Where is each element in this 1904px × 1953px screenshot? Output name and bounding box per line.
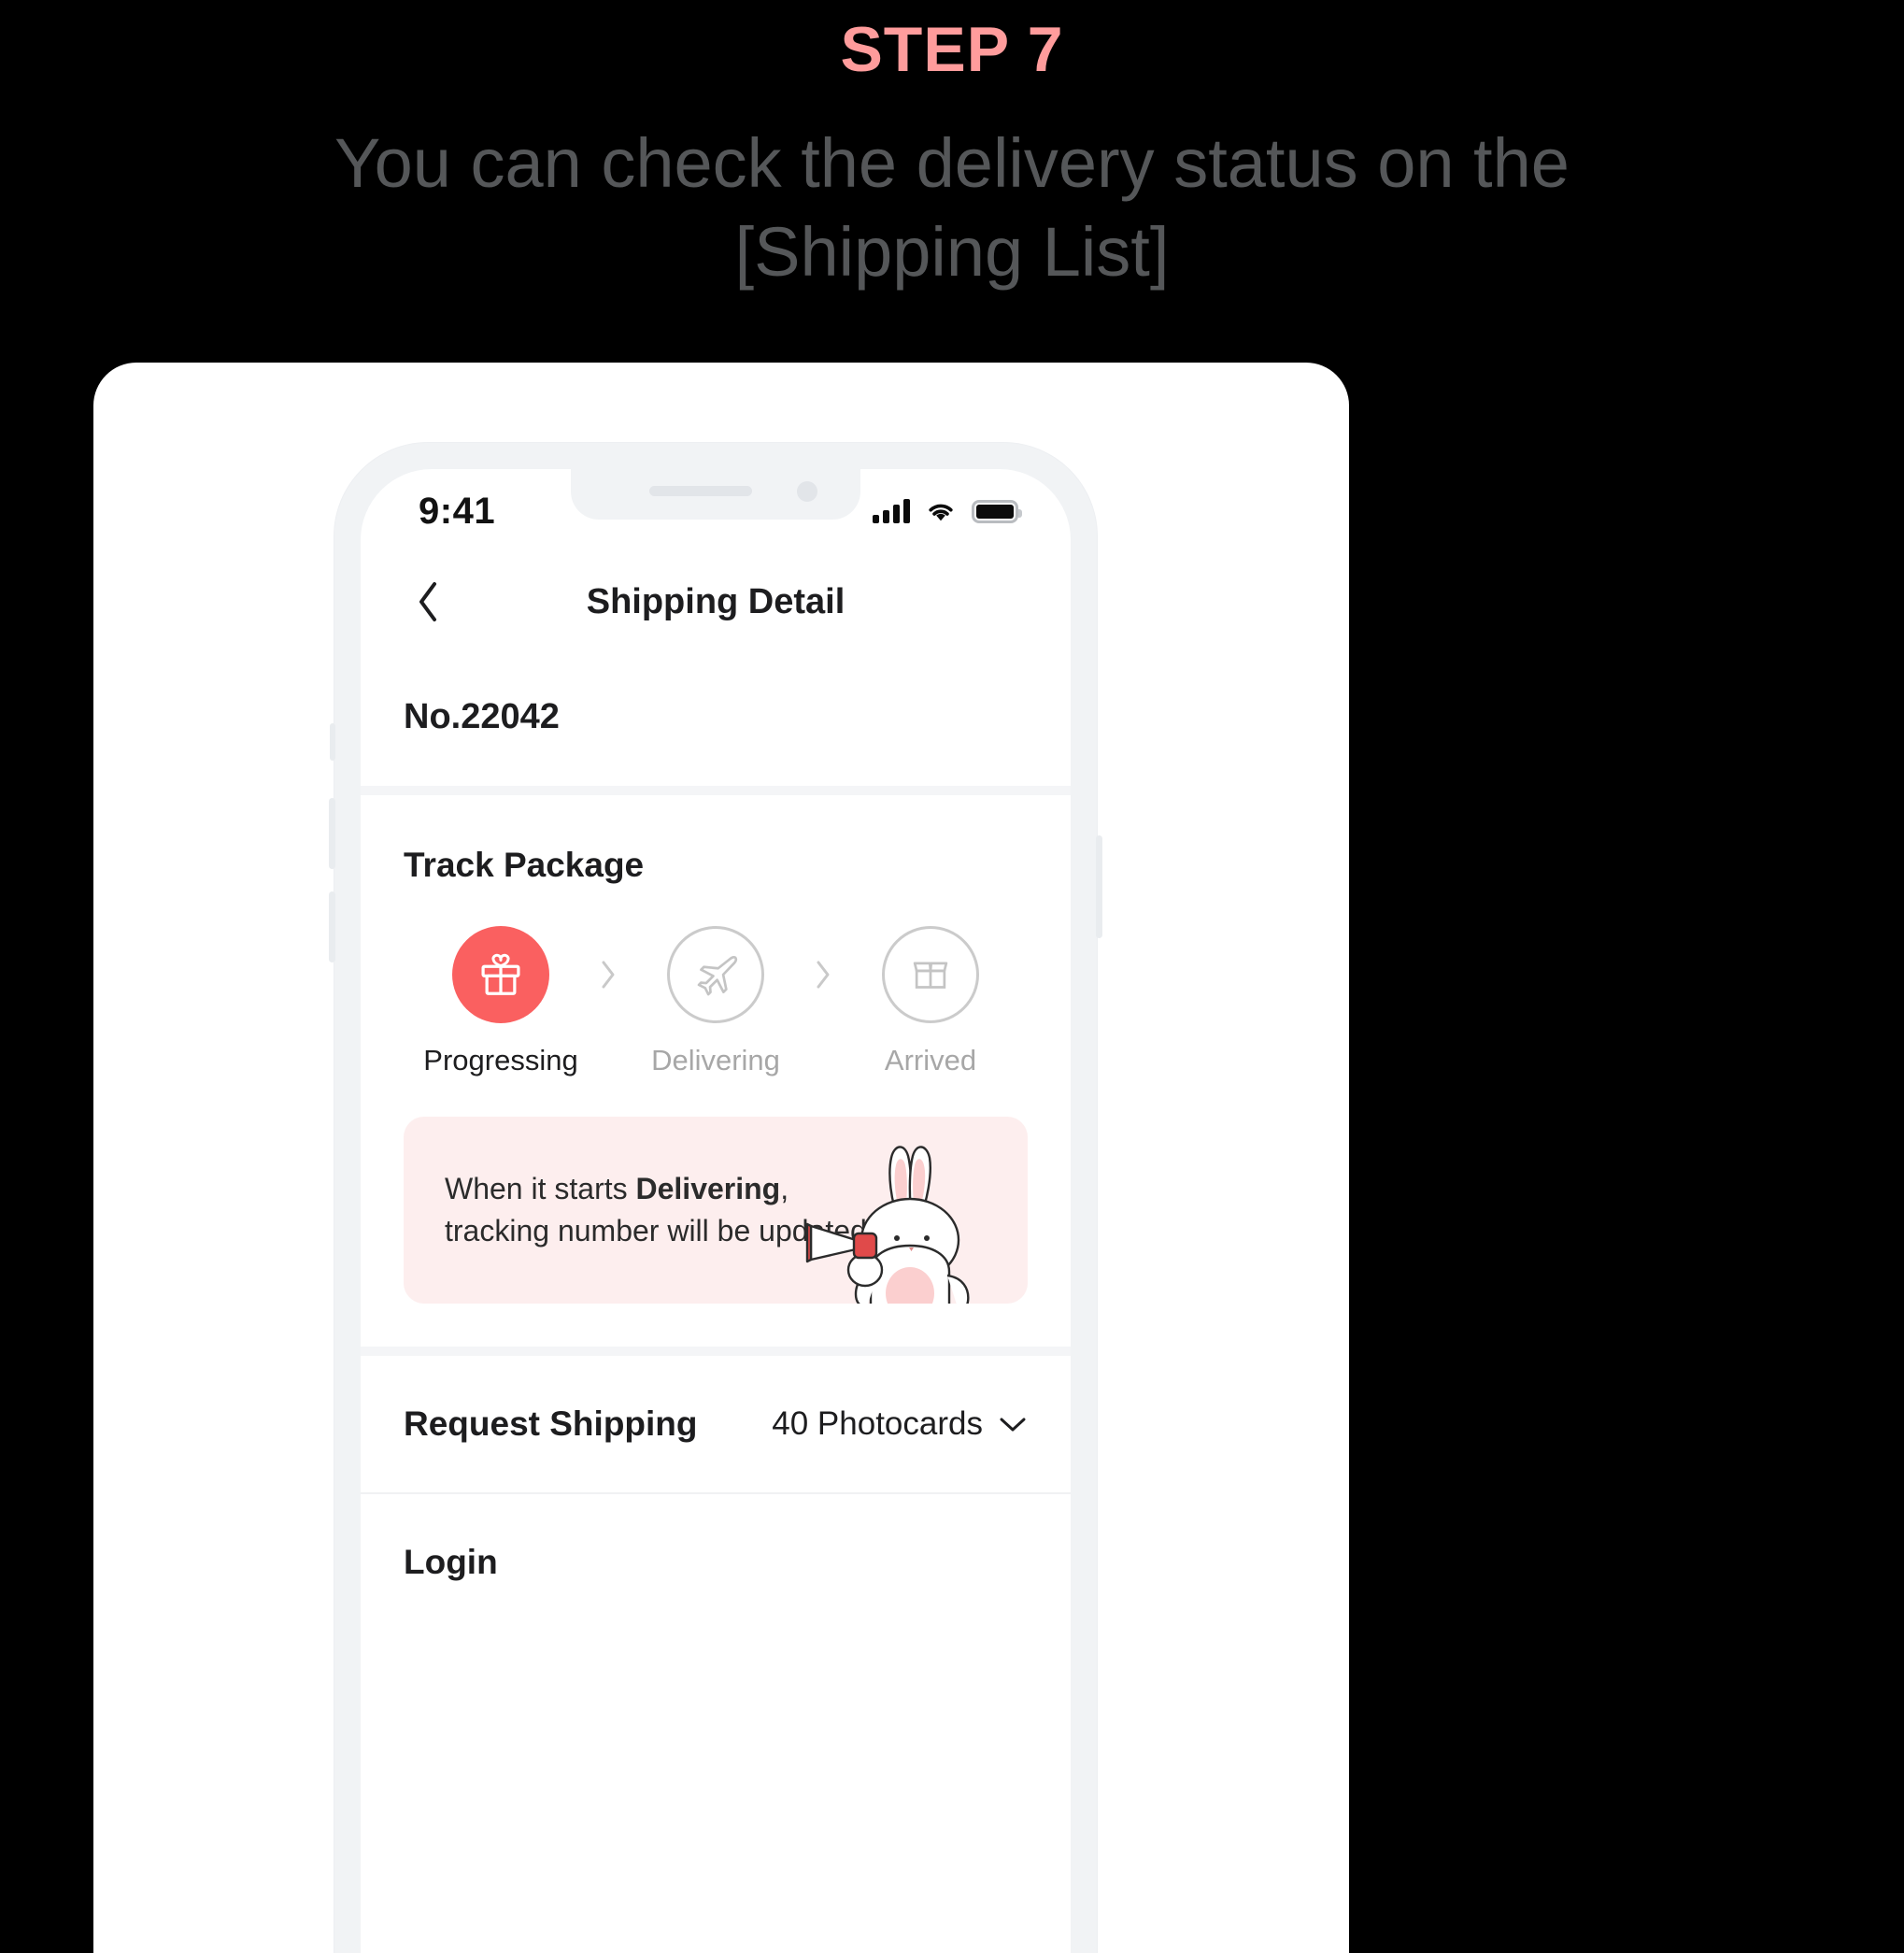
page-subtitle: You can check the delivery status on the… (0, 120, 1904, 296)
phone-screen: 9:41 Shipping Detail No.22042 Track Pack… (361, 469, 1071, 1953)
tracking-step-circle (667, 926, 764, 1023)
tracking-step-label: Progressing (423, 1044, 578, 1076)
phone-showcase-card: 9:41 Shipping Detail No.22042 Track Pack… (93, 363, 1349, 1953)
tracking-step-label: Delivering (651, 1044, 780, 1076)
subtitle-line-1: You can check the delivery status on the (334, 124, 1570, 202)
front-camera (797, 481, 817, 502)
tracking-step-progressing[interactable]: Progressing (418, 926, 584, 1077)
chevron-left-icon (419, 582, 436, 621)
tracking-step-circle (882, 926, 979, 1023)
section-divider (361, 1347, 1071, 1356)
battery-full-icon (972, 499, 1022, 523)
cellular-signal-icon (873, 499, 910, 523)
screenshot-root: STEP 7 You can check the delivery status… (0, 0, 1904, 1953)
nav-bar: Shipping Detail (361, 553, 1071, 650)
wifi-icon (929, 504, 953, 521)
tracking-step-separator (584, 926, 632, 1023)
request-shipping-selector[interactable]: 40 Photocards (772, 1405, 1028, 1443)
notice-line1-prefix: When it starts (445, 1171, 636, 1205)
tracking-steps: Progressing Delivering Arrived (404, 926, 1028, 1077)
gift-icon (481, 953, 520, 995)
page-title: Shipping Detail (586, 581, 845, 621)
bottom-row[interactable]: Login (361, 1494, 1071, 1631)
request-shipping-row[interactable]: Request Shipping 40 Photocards (361, 1356, 1071, 1492)
phone-volume-down-button (329, 891, 335, 962)
notice-line1-suffix: , (780, 1171, 789, 1205)
bottom-row-title: Login (404, 1543, 498, 1581)
status-bar-time: 9:41 (419, 490, 496, 532)
phone-volume-up-button (329, 798, 335, 869)
track-package-section: Track Package Progressing Delivering Arr… (361, 795, 1071, 1347)
tracking-step-delivering[interactable]: Delivering (632, 926, 799, 1077)
phone-notch (571, 469, 860, 520)
chevron-down-icon (1000, 1418, 1026, 1432)
notice-line1-bold: Delivering (635, 1171, 781, 1205)
order-number: No.22042 (404, 697, 560, 736)
order-number-section: No.22042 (361, 650, 1071, 786)
bunny-megaphone-icon (805, 1146, 970, 1304)
step-label: STEP 7 (840, 14, 1064, 85)
earpiece-speaker (649, 486, 752, 496)
airplane-icon (697, 955, 738, 996)
status-bar-icons (873, 499, 1022, 523)
phone-mute-switch (330, 723, 335, 761)
request-shipping-value: 40 Photocards (772, 1405, 983, 1442)
phone-mockup: 9:41 Shipping Detail No.22042 Track Pack… (329, 443, 1102, 1953)
open-box-icon (913, 962, 948, 989)
track-package-title: Track Package (404, 846, 645, 884)
tracking-step-label: Arrived (884, 1044, 977, 1076)
tracking-step-circle (452, 926, 549, 1023)
subtitle-line-2: [Shipping List] (734, 212, 1170, 291)
chevron-right-icon (817, 961, 830, 989)
back-button[interactable] (404, 577, 452, 626)
tracking-step-separator (799, 926, 847, 1023)
tracking-step-arrived[interactable]: Arrived (847, 926, 1014, 1077)
chevron-right-icon (602, 961, 615, 989)
phone-power-button (1096, 835, 1102, 938)
section-divider (361, 786, 1071, 795)
delivery-notice-banner: When it starts Delivering, tracking numb… (404, 1117, 1028, 1304)
request-shipping-title: Request Shipping (404, 1404, 698, 1443)
